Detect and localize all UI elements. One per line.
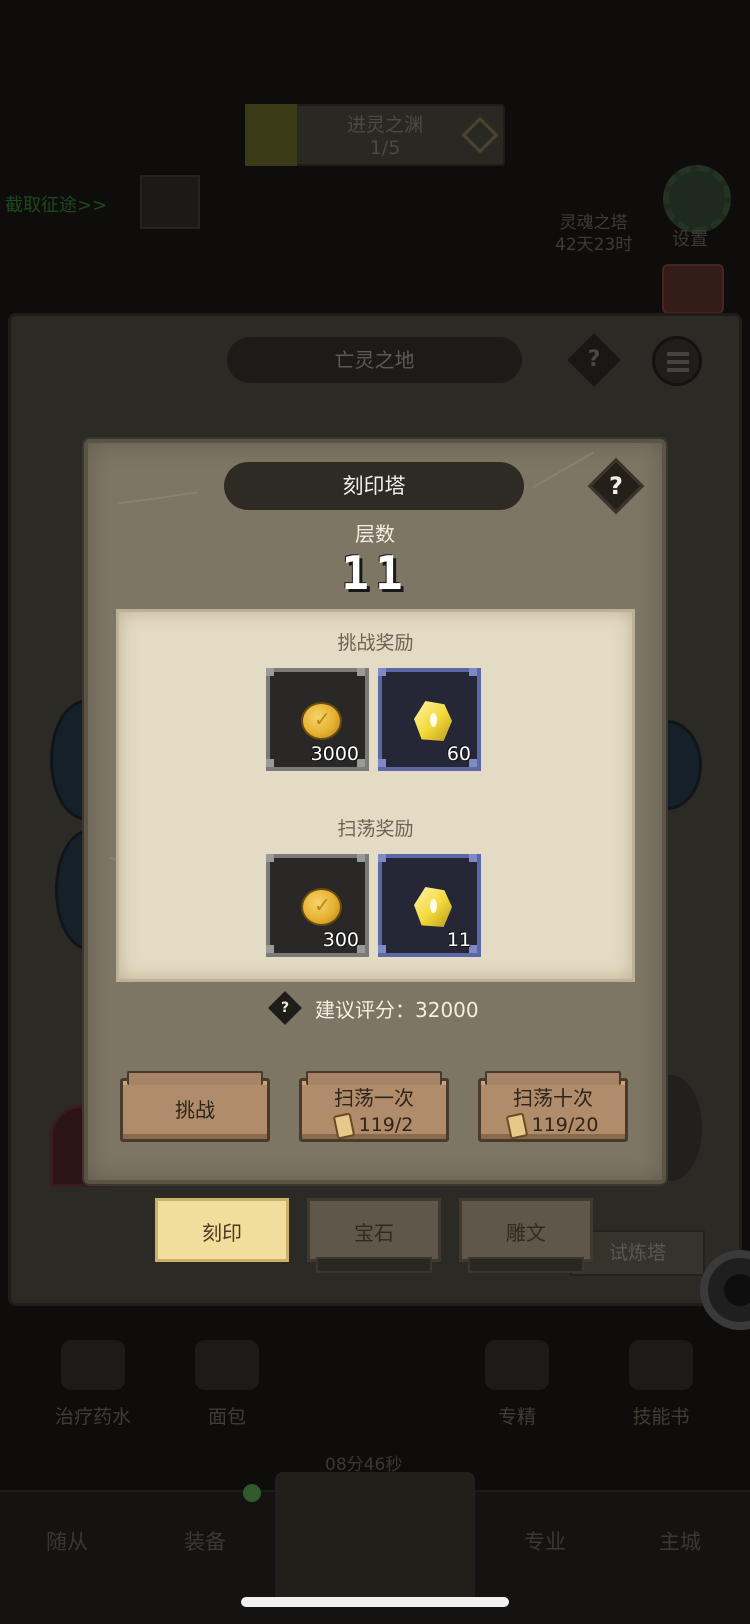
- gold-coin-icon: [301, 888, 342, 926]
- event-progress: 1/5: [369, 137, 401, 159]
- background-item-bar: 治疗药水 面包 专精 技能书: [0, 1340, 750, 1460]
- recommended-score-text: 建议评分：32000: [315, 998, 479, 1022]
- menu-icon: [652, 336, 702, 386]
- reward-slot-gem[interactable]: 60: [378, 668, 481, 771]
- reward-quantity: 60: [446, 743, 471, 765]
- item-potion: 治疗药水: [28, 1340, 158, 1429]
- settings-gear-icon: [663, 165, 731, 233]
- right-info-line2: 42天23时: [555, 235, 633, 255]
- tab-gem[interactable]: 宝石: [307, 1198, 441, 1273]
- reward-quantity: 300: [322, 929, 359, 951]
- score-help-button[interactable]: ?: [268, 991, 302, 1025]
- top-event-banner: 进灵之渊 1/5: [245, 104, 505, 166]
- reward-slot-gold[interactable]: 3000: [266, 668, 369, 771]
- item-mastery: 专精: [452, 1340, 582, 1429]
- reward-quantity: 11: [446, 929, 471, 951]
- item-skill-book: 技能书: [596, 1340, 726, 1429]
- tab-glyph[interactable]: 雕文: [459, 1198, 593, 1273]
- sweep-ten-cost: 119/20: [531, 1114, 599, 1136]
- diamond-icon: [461, 116, 499, 154]
- item-bread: 面包: [162, 1340, 292, 1429]
- floor-label: 层数: [355, 522, 395, 546]
- floor-number: 11: [341, 546, 409, 600]
- event-icon: [245, 104, 297, 166]
- yellow-gem-icon: [414, 887, 452, 927]
- reward-slot-gold[interactable]: 300: [266, 854, 369, 957]
- sweep-once-button[interactable]: 扫荡一次 119/2: [299, 1071, 449, 1142]
- scroll-icon: [332, 1111, 355, 1140]
- gold-coin-icon: [301, 702, 342, 740]
- modal-title: 刻印塔: [224, 462, 524, 510]
- right-info: 灵魂之塔 42天23时: [555, 212, 632, 256]
- challenge-rewards-title: 挑战奖励: [337, 632, 414, 654]
- sweep-once-label: 扫荡一次: [334, 1086, 414, 1110]
- scroll-icon: [505, 1111, 528, 1140]
- reward-quantity: 3000: [310, 743, 359, 765]
- question-icon: ?: [280, 1000, 290, 1016]
- notification-dot: [243, 1484, 261, 1502]
- sweep-ten-label: 扫荡十次: [513, 1086, 593, 1110]
- challenge-button-label: 挑战: [175, 1098, 215, 1122]
- home-indicator[interactable]: [241, 1597, 509, 1607]
- yellow-gem-icon: [414, 701, 452, 741]
- rewards-parchment: [116, 609, 635, 982]
- sweep-ten-button[interactable]: 扫荡十次 119/20: [478, 1071, 628, 1142]
- nav-followers: 随从: [46, 1530, 88, 1554]
- nav-main-city: 主城: [659, 1530, 701, 1554]
- background-box: [140, 175, 200, 229]
- settings-label: 设置: [672, 229, 708, 250]
- nav-profession: 专业: [524, 1530, 566, 1554]
- nav-equipment: 装备: [184, 1530, 226, 1554]
- sweep-once-cost: 119/2: [358, 1114, 414, 1136]
- tab-rune[interactable]: 刻印: [155, 1198, 289, 1262]
- battle-nav-button: [275, 1472, 475, 1602]
- challenge-button[interactable]: 挑战: [120, 1071, 270, 1142]
- chest-icon: [662, 264, 724, 314]
- help-icon: ?: [609, 472, 623, 500]
- event-title: 进灵之渊: [346, 114, 423, 136]
- right-info-line1: 灵魂之塔: [559, 213, 628, 233]
- reward-slot-gem[interactable]: 11: [378, 854, 481, 957]
- sweep-rewards-title: 扫荡奖励: [337, 818, 414, 840]
- background-panel-title: 亡灵之地: [227, 337, 522, 383]
- left-link-text: 截取征途>>: [5, 195, 108, 216]
- background-help-icon: ?: [567, 333, 621, 387]
